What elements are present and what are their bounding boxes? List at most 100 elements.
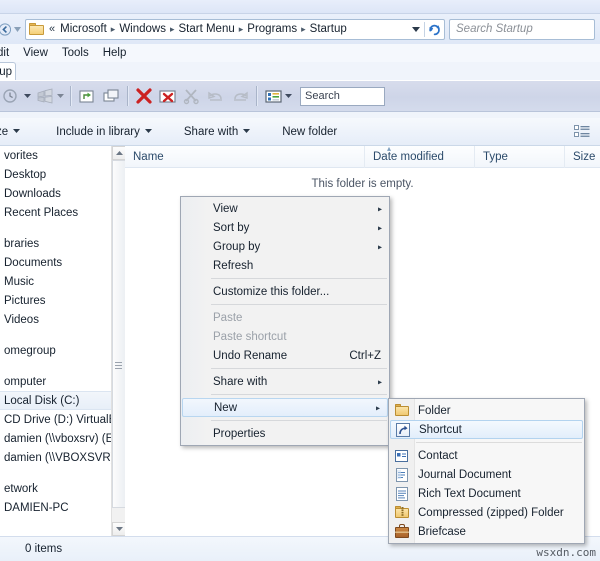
column-header-size[interactable]: Size [565,146,600,168]
copy-window-icon[interactable] [99,83,123,109]
column-header-date-modified[interactable]: Date modified [365,145,475,168]
new-submenu[interactable]: Folder Shortcut Contact Journal Document… [388,398,585,544]
refresh-icon[interactable] [425,20,444,39]
context-menu-item-group-by[interactable]: Group by ▸ [181,237,389,256]
new-shortcut-icon[interactable] [75,83,99,109]
sidebar-item-documents[interactable]: Documents [0,253,125,272]
submenu-item-journal-document[interactable]: Journal Document [389,465,584,484]
context-menu-separator [211,304,387,305]
menu-item-tools[interactable]: Tools [55,46,96,60]
undo-icon[interactable] [204,83,228,109]
context-menu-separator [211,278,387,279]
submenu-label: Shortcut [419,423,462,436]
submenu-item-briefcase[interactable]: Briefcase [389,522,584,541]
address-chevron-down-icon[interactable] [408,20,424,39]
view-options-icon[interactable] [261,83,294,109]
address-input[interactable]: « Microsoft ▸ Windows ▸ Start Menu ▸ Pro… [25,18,445,40]
context-menu-item-sort-by[interactable]: Sort by ▸ [181,218,389,237]
menu-item-edit[interactable]: dit [0,46,16,60]
column-header-name[interactable]: Name [125,145,365,168]
change-view-icon[interactable] [571,122,593,142]
startup-tab-stub[interactable]: up [0,62,16,80]
cut-scissors-icon[interactable] [180,83,204,109]
include-in-library-button[interactable]: Include in library [49,121,159,143]
breadcrumb-item-programs[interactable]: Programs [244,22,300,36]
navigation-pane-scrollbar[interactable] [111,146,126,536]
context-menu[interactable]: View ▸ Sort by ▸ Group by ▸ Refresh Cust… [180,196,390,446]
context-menu-item-new[interactable]: New ▸ [182,398,388,417]
folder-icon [29,22,45,36]
breadcrumb-item-startup[interactable]: Startup [307,22,350,36]
zipped-folder-icon [393,505,411,521]
organize-label: ze [0,125,9,138]
windows-flag-icon[interactable] [33,83,66,109]
history-chevron-down-icon[interactable] [12,19,23,39]
new-folder-label: New folder [282,125,338,138]
context-menu-label: Undo Rename [213,349,288,362]
sidebar-item-cd-drive-d[interactable]: CD Drive (D:) VirtualBox G [0,410,125,429]
sidebar-item-recent-places[interactable]: Recent Places [0,203,125,222]
breadcrumb-item-windows[interactable]: Windows [116,22,169,36]
sidebar-item-pictures[interactable]: Pictures [0,291,125,310]
chevron-down-icon [13,128,21,135]
back-arrow-icon[interactable] [0,19,12,39]
menu-item-view[interactable]: View [16,46,55,60]
sidebar-item-downloads[interactable]: Downloads [0,184,125,203]
chevron-down-icon[interactable] [56,85,65,107]
context-menu-item-properties[interactable]: Properties [181,424,389,443]
chevron-down-icon[interactable] [284,85,293,107]
submenu-label: Rich Text Document [418,487,521,500]
chevron-down-icon[interactable] [23,85,32,107]
context-menu-label: Properties [213,427,266,440]
sidebar-item-damien-vboxsrv-e[interactable]: damien (\\vboxsrv) (E:) [0,429,125,448]
scroll-down-arrow-icon[interactable] [112,522,126,536]
submenu-item-contact[interactable]: Contact [389,446,584,465]
context-menu-item-refresh[interactable]: Refresh [181,256,389,275]
submenu-item-compressed-zipped-folder[interactable]: Compressed (zipped) Folder [389,503,584,522]
context-menu-item-undo-rename[interactable]: Undo Rename Ctrl+Z [181,346,389,365]
sidebar-item-homegroup[interactable]: omegroup [0,341,125,360]
menu-item-help[interactable]: Help [96,46,134,60]
sidebar-item-computer[interactable]: omputer [0,372,125,391]
column-header-type[interactable]: Type [475,145,565,168]
context-menu-item-view[interactable]: View ▸ [181,199,389,218]
chevron-right-icon: ▸ [377,242,382,251]
sidebar-item-local-disk-c[interactable]: Local Disk (C:) [0,391,125,410]
sidebar-item-favorites[interactable]: vorites [0,146,125,165]
context-menu-item-customize-this-folder[interactable]: Customize this folder... [181,282,389,301]
submenu-item-shortcut[interactable]: Shortcut [390,420,583,439]
submenu-item-rich-text-document[interactable]: Rich Text Document [389,484,584,503]
new-folder-button[interactable]: New folder [275,121,344,143]
delete-window-icon[interactable] [156,83,180,109]
sidebar-item-music[interactable]: Music [0,272,125,291]
sidebar-item-libraries[interactable]: braries [0,234,125,253]
sidebar-item-damien-vboxsvr-z[interactable]: damien (\\VBOXSVR) (Z:) [0,448,125,467]
toolbar-search-input[interactable]: Search [300,86,385,106]
context-menu-label: Sort by [213,221,250,234]
item-count-label: 0 items [25,543,63,555]
sidebar-item-desktop[interactable]: Desktop [0,165,125,184]
search-input[interactable]: Search Startup [449,18,595,40]
chevron-down-icon [144,128,152,135]
submenu-label: Contact [418,449,458,462]
navigation-pane[interactable]: vorites Desktop Downloads Recent Places … [0,146,125,536]
share-with-button[interactable]: Share with [177,121,257,143]
breadcrumb-item-start-menu[interactable]: Start Menu [176,22,238,36]
scrollbar-thumb[interactable] [112,160,126,508]
breadcrumb-overflow[interactable]: « [48,23,57,35]
delete-red-x-icon[interactable] [132,83,156,109]
submenu-item-folder[interactable]: Folder [389,401,584,420]
context-menu-item-share-with[interactable]: Share with ▸ [181,372,389,391]
sidebar-item-network[interactable]: etwork [0,479,125,498]
redo-icon[interactable] [228,83,252,109]
sidebar-item-damien-pc[interactable]: DAMIEN-PC [0,498,125,517]
shortcut-icon [394,422,412,438]
submenu-label: Journal Document [418,468,512,481]
history-icon[interactable] [0,83,33,109]
sidebar-item-videos[interactable]: Videos [0,310,125,329]
scroll-up-arrow-icon[interactable] [112,146,126,160]
breadcrumb-item-microsoft[interactable]: Microsoft [57,22,110,36]
organize-button[interactable]: ze [0,121,27,143]
